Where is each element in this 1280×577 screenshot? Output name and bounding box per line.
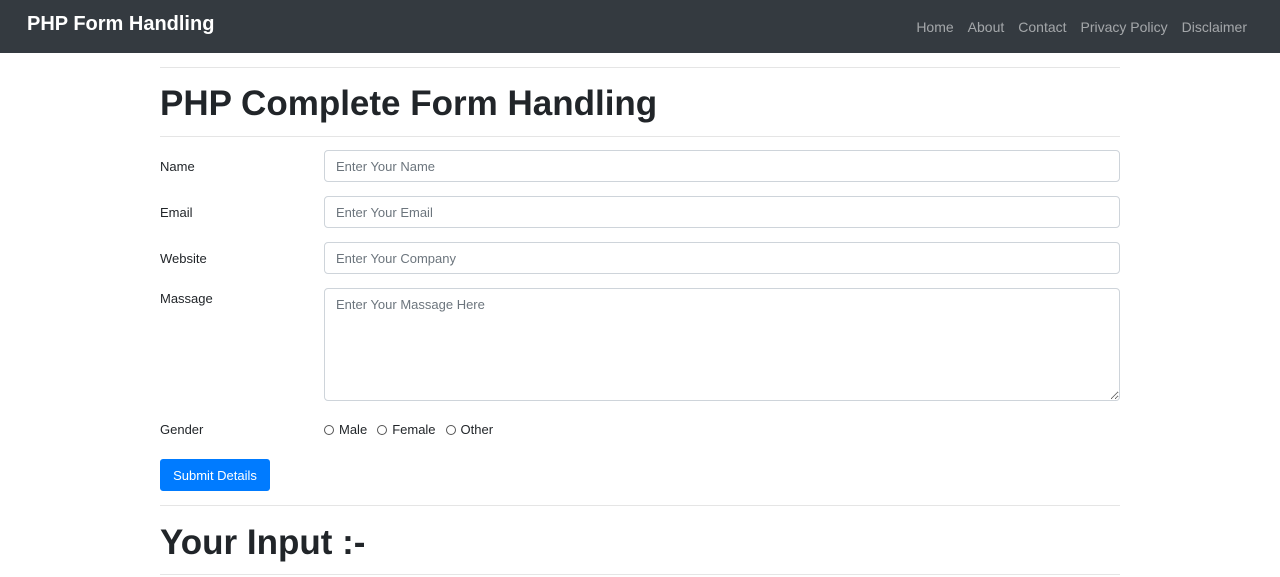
radio-other-label: Other [460,422,494,437]
email-input[interactable] [324,196,1120,228]
radio-other[interactable] [445,425,456,435]
divider-output [160,574,1120,575]
gender-label: Gender [160,422,204,437]
nav-link-contact[interactable]: Contact [1018,18,1066,36]
nav-link-disclaimer[interactable]: Disclaimer [1182,18,1247,36]
nav-link-home[interactable]: Home [916,18,953,36]
email-label: Email [160,205,193,220]
submit-button[interactable]: Submit Details [160,459,270,491]
gender-radio-group: Male Female Other [324,422,503,438]
radio-female[interactable] [377,425,388,435]
divider-top [160,67,1120,68]
radio-female-label: Female [392,422,436,437]
navbar-brand[interactable]: PHP Form Handling [27,12,214,36]
nav-link-about[interactable]: About [968,18,1005,36]
website-label: Website [160,251,207,266]
gender-option-male[interactable]: Male [324,422,367,438]
gender-option-other[interactable]: Other [445,422,494,438]
message-label: Massage [160,291,213,306]
divider-form-end [160,505,1120,506]
output-section-title: Your Input :- [160,523,366,562]
message-textarea[interactable] [324,288,1120,401]
radio-male[interactable] [324,425,334,435]
radio-male-label: Male [339,422,368,437]
gender-option-female[interactable]: Female [377,422,436,438]
name-input[interactable] [324,150,1120,182]
website-input[interactable] [324,242,1120,274]
nav-links: Home About Contact Privacy Policy Discla… [916,18,1247,36]
navbar: PHP Form Handling Home About Contact Pri… [0,0,1280,53]
page-title: PHP Complete Form Handling [160,84,658,123]
name-label: Name [160,159,195,174]
nav-link-privacy-policy[interactable]: Privacy Policy [1081,18,1168,36]
divider-title [160,136,1120,137]
